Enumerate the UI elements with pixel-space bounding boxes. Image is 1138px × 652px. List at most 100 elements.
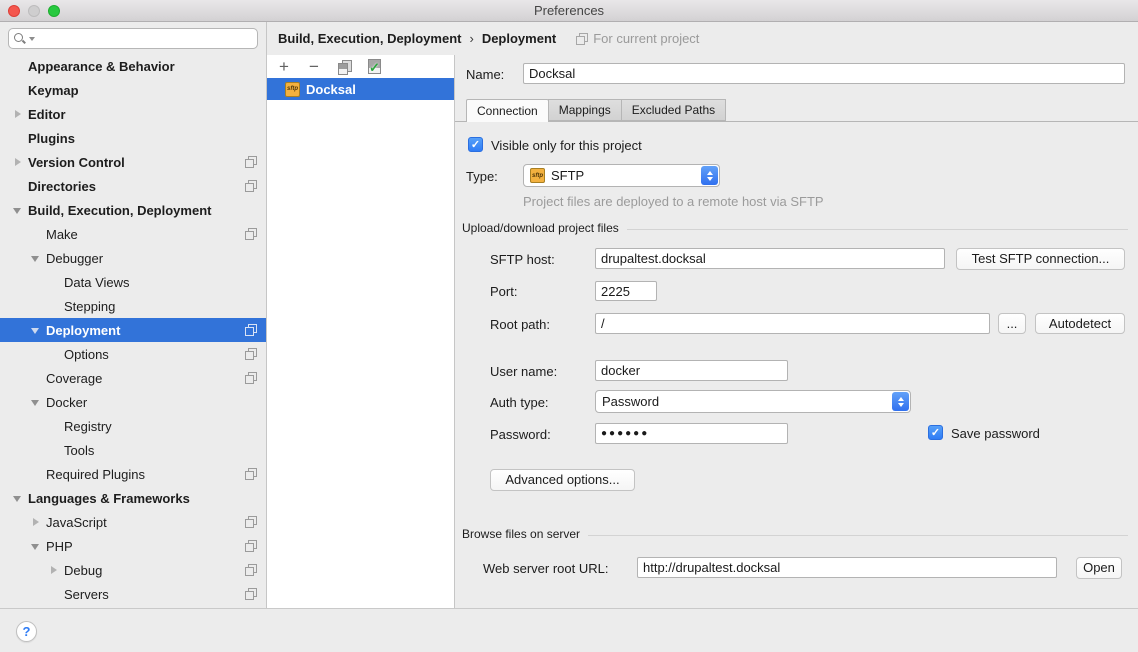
search-input[interactable] [39, 30, 257, 47]
chevron-down-icon[interactable] [30, 397, 41, 408]
chevron-right-icon[interactable] [30, 517, 41, 528]
tab-mappings[interactable]: Mappings [548, 99, 622, 121]
sftp-host-input[interactable] [595, 248, 945, 269]
auth-type-label: Auth type: [490, 395, 549, 410]
port-input[interactable] [595, 281, 657, 301]
save-password-checkbox[interactable]: ✓ [928, 425, 943, 440]
remove-server-button[interactable]: − [306, 59, 322, 75]
sidebar-item-coverage[interactable]: Coverage [0, 366, 266, 390]
browse-root-path-button[interactable]: ... [998, 313, 1026, 334]
tree-indent-spacer [12, 61, 23, 72]
sidebar-item-build-execution-deployment[interactable]: Build, Execution, Deployment [0, 198, 266, 222]
sidebar-item-label: Editor [28, 107, 266, 122]
sidebar-item-javascript[interactable]: JavaScript [0, 510, 266, 534]
sidebar-item-make[interactable]: Make [0, 222, 266, 246]
section-divider [588, 535, 1128, 536]
sidebar-item-stepping[interactable]: Stepping [0, 294, 266, 318]
tab-connection[interactable]: Connection [466, 99, 549, 122]
chevron-down-icon[interactable] [30, 325, 41, 336]
name-label: Name: [466, 67, 504, 82]
sidebar-item-deployment[interactable]: Deployment [0, 318, 266, 342]
sidebar-item-label: Data Views [64, 275, 266, 290]
root-path-input[interactable] [595, 313, 990, 334]
settings-search-field[interactable] [8, 28, 258, 49]
tree-indent-spacer [48, 589, 59, 600]
project-level-icon [576, 33, 588, 45]
help-button[interactable]: ? [16, 621, 37, 642]
breadcrumb-page: Deployment [482, 31, 556, 46]
sidebar-item-plugins[interactable]: Plugins [0, 126, 266, 150]
web-root-input[interactable] [637, 557, 1057, 578]
dropdown-stepper-icon [701, 166, 718, 185]
sidebar-item-data-views[interactable]: Data Views [0, 270, 266, 294]
auth-type-dropdown[interactable]: Password [595, 390, 911, 413]
sidebar-item-label: Coverage [46, 371, 245, 386]
sidebar-item-keymap[interactable]: Keymap [0, 78, 266, 102]
sidebar-item-php[interactable]: PHP [0, 534, 266, 558]
sidebar-item-label: JavaScript [46, 515, 245, 530]
upload-section-title: Upload/download project files [462, 221, 619, 235]
sidebar-item-appearance-behavior[interactable]: Appearance & Behavior [0, 54, 266, 78]
sidebar-item-label: Docker [46, 395, 266, 410]
sidebar-item-tools[interactable]: Tools [0, 438, 266, 462]
copy-server-button[interactable] [336, 59, 352, 75]
sftp-file-icon: sftp [285, 82, 300, 97]
search-options-caret-icon[interactable] [29, 37, 35, 41]
sftp-file-icon: sftp [530, 168, 545, 183]
sidebar-item-label: Version Control [28, 155, 245, 170]
project-level-icon [245, 588, 257, 600]
chevron-down-icon[interactable] [12, 205, 23, 216]
tab-excluded-paths[interactable]: Excluded Paths [621, 99, 726, 121]
autodetect-button[interactable]: Autodetect [1035, 313, 1125, 334]
upload-section-header: Upload/download project files [462, 221, 1128, 235]
sidebar-item-directories[interactable]: Directories [0, 174, 266, 198]
project-level-icon [245, 180, 257, 192]
auth-type-value: Password [602, 394, 659, 409]
type-dropdown[interactable]: sftp SFTP [523, 164, 720, 187]
sidebar-item-servers[interactable]: Servers [0, 582, 266, 606]
use-as-default-button[interactable] [366, 59, 382, 75]
sidebar-item-docker[interactable]: Docker [0, 390, 266, 414]
sidebar-item-languages-frameworks[interactable]: Languages & Frameworks [0, 486, 266, 510]
chevron-right-icon[interactable] [12, 157, 23, 168]
default-check-icon [367, 59, 381, 74]
test-sftp-connection-button[interactable]: Test SFTP connection... [956, 248, 1125, 270]
advanced-options-button[interactable]: Advanced options... [490, 469, 635, 491]
chevron-right-icon[interactable] [12, 109, 23, 120]
tree-indent-spacer [48, 421, 59, 432]
chevron-right-icon[interactable] [48, 565, 59, 576]
sidebar-item-label: Appearance & Behavior [28, 59, 266, 74]
name-input[interactable] [523, 63, 1125, 84]
add-server-button[interactable]: + [276, 59, 292, 75]
open-url-button[interactable]: Open [1076, 557, 1122, 579]
sidebar-item-debugger[interactable]: Debugger [0, 246, 266, 270]
sidebar-item-label: Make [46, 227, 245, 242]
visible-only-checkbox[interactable]: ✓ [468, 137, 483, 152]
sidebar-item-required-plugins[interactable]: Required Plugins [0, 462, 266, 486]
dialog-footer: ? Cancel Apply OK [0, 608, 1138, 652]
password-input[interactable] [595, 423, 788, 444]
sidebar-item-label: Debugger [46, 251, 266, 266]
project-level-icon [245, 564, 257, 576]
sidebar-item-label: Languages & Frameworks [28, 491, 266, 506]
sidebar-item-registry[interactable]: Registry [0, 414, 266, 438]
sidebar-item-editor[interactable]: Editor [0, 102, 266, 126]
titlebar: Preferences [0, 0, 1138, 22]
web-root-label: Web server root URL: [483, 561, 608, 576]
section-divider [627, 229, 1128, 230]
copy-icon [338, 60, 351, 74]
sidebar-item-options[interactable]: Options [0, 342, 266, 366]
sidebar-item-version-control[interactable]: Version Control [0, 150, 266, 174]
sidebar-item-label: Registry [64, 419, 266, 434]
sidebar-item-debug[interactable]: Debug [0, 558, 266, 582]
chevron-down-icon[interactable] [30, 541, 41, 552]
chevron-down-icon[interactable] [12, 493, 23, 504]
chevron-down-icon[interactable] [30, 253, 41, 264]
project-level-icon [245, 324, 257, 336]
project-level-icon [245, 156, 257, 168]
tree-indent-spacer [12, 133, 23, 144]
project-level-icon [245, 228, 257, 240]
server-list-item-docksal[interactable]: sftp Docksal [267, 78, 454, 100]
preferences-window: Preferences Appearance & Behavior Keymap E… [0, 0, 1138, 652]
user-name-input[interactable] [595, 360, 788, 381]
